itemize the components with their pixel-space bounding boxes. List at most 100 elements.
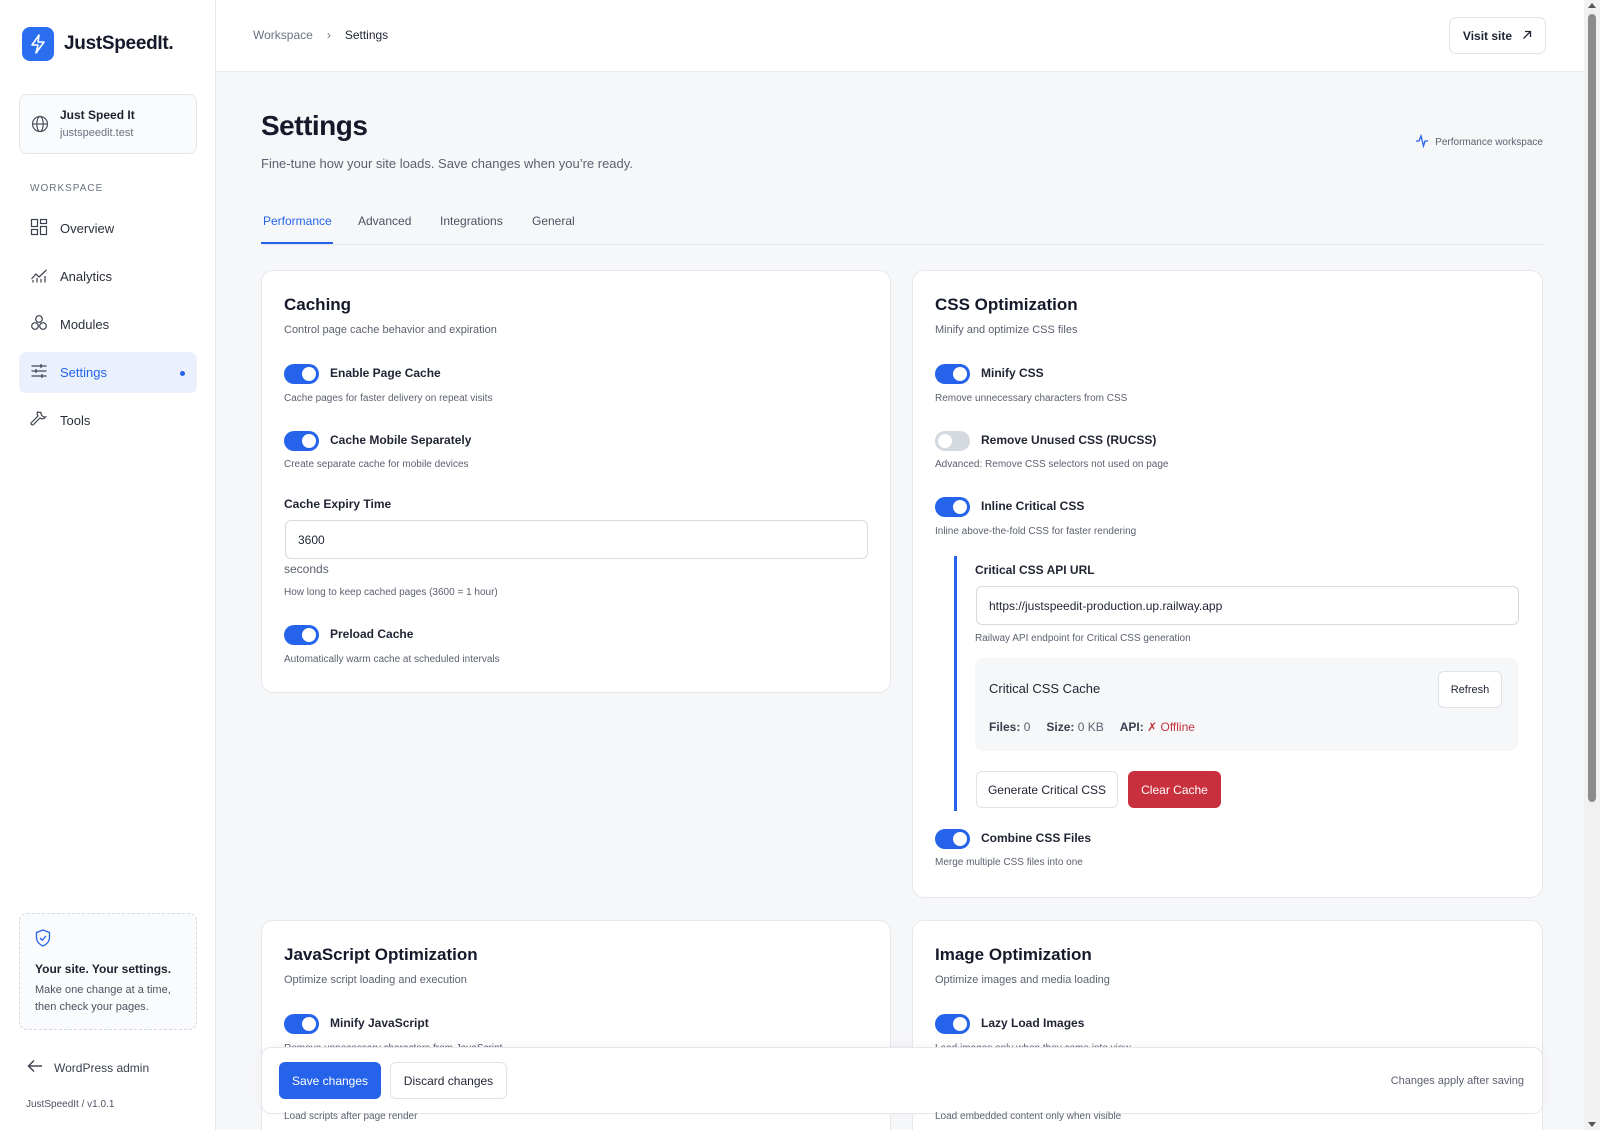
page-subtitle: Fine-tune how your site loads. Save chan… — [261, 156, 633, 171]
cache-mobile-toggle[interactable] — [284, 431, 319, 451]
scroll-up-arrow-icon[interactable] — [1588, 3, 1596, 8]
api-status-badge: ✗ Offline — [1147, 720, 1195, 734]
preload-cache-toggle[interactable] — [284, 625, 319, 645]
site-name: Just Speed It — [60, 108, 135, 122]
css-title: CSS Optimization — [935, 295, 1078, 314]
minify-css-label: Minify CSS — [981, 366, 1044, 380]
sidebar-item-label: Analytics — [60, 269, 113, 284]
combine-css-toggle[interactable] — [935, 829, 970, 849]
tab-general[interactable]: General — [532, 214, 575, 228]
activity-icon — [1415, 133, 1429, 151]
bolt-icon — [22, 27, 54, 61]
preload-cache-label: Preload Cache — [330, 627, 414, 641]
lazy-embed-desc-peek: Load embedded content only when visible — [935, 1111, 1122, 1122]
generate-critical-css-button[interactable]: Generate Critical CSS — [976, 771, 1118, 808]
cache-expiry-label: Cache Expiry Time — [284, 497, 392, 511]
images-subtitle: Optimize images and media loading — [935, 974, 1110, 986]
grid-icon — [30, 218, 48, 239]
tab-advanced[interactable]: Advanced — [358, 214, 411, 228]
cache-expiry-help: How long to keep cached pages (3600 = 1 … — [284, 587, 498, 598]
minify-css-toggle[interactable] — [935, 364, 970, 384]
sidebar-item-label: Settings — [60, 365, 107, 380]
js-defer-desc-peek: Load scripts after page render — [284, 1111, 418, 1122]
sidebar-item-analytics[interactable]: Analytics — [19, 256, 197, 297]
sliders-icon — [30, 362, 48, 383]
sidebar-item-modules[interactable]: Modules — [19, 304, 197, 345]
scroll-down-arrow-icon[interactable] — [1588, 1122, 1596, 1127]
caching-subtitle: Control page cache behavior and expirati… — [284, 324, 497, 336]
cache-stats: Files: 0 Size: 0 KB API: ✗ Offline — [989, 720, 1195, 734]
inline-critical-css-label: Inline Critical CSS — [981, 499, 1085, 513]
sidebar-item-settings[interactable]: Settings — [19, 352, 197, 393]
sidebar-item-overview[interactable]: Overview — [19, 208, 197, 249]
visit-site-button[interactable]: Visit site — [1449, 17, 1546, 54]
site-switcher[interactable]: Just Speed It justspeedit.test — [19, 94, 197, 154]
enable-page-cache-desc: Cache pages for faster delivery on repea… — [284, 393, 493, 404]
wordpress-admin-label: WordPress admin — [54, 1060, 150, 1075]
combine-css-desc: Merge multiple CSS files into one — [935, 857, 1083, 868]
cache-mobile-desc: Create separate cache for mobile devices — [284, 459, 469, 470]
critical-css-api-help: Railway API endpoint for Critical CSS ge… — [975, 633, 1191, 644]
globe-icon — [31, 115, 49, 138]
tab-performance[interactable]: Performance — [263, 214, 332, 228]
shield-check-icon — [35, 929, 51, 952]
brand-name: JustSpeedIt. — [64, 33, 174, 54]
tip-body: Make one change at a time, then check yo… — [35, 984, 171, 1013]
cache-mobile-label: Cache Mobile Separately — [330, 433, 472, 447]
wrench-icon — [30, 410, 48, 431]
critical-css-cache-title: Critical CSS Cache — [989, 681, 1101, 696]
clear-cache-button[interactable]: Clear Cache — [1128, 771, 1221, 808]
performance-workspace-label: Performance workspace — [1435, 137, 1543, 148]
caching-title: Caching — [284, 295, 352, 314]
css-optimization-card: CSS Optimization Minify and optimize CSS… — [912, 270, 1543, 898]
active-tab-underline — [261, 242, 333, 244]
scrollbar-thumb[interactable] — [1588, 14, 1596, 802]
remove-unused-css-toggle[interactable] — [935, 431, 970, 451]
sidebar-item-tools[interactable]: Tools — [19, 400, 197, 441]
css-subtitle: Minify and optimize CSS files — [935, 324, 1078, 336]
js-title: JavaScript Optimization — [284, 945, 478, 964]
preload-cache-desc: Automatically warm cache at scheduled in… — [284, 654, 500, 665]
discard-changes-button[interactable]: Discard changes — [390, 1062, 507, 1099]
inline-critical-css-toggle[interactable] — [935, 497, 970, 517]
cache-expiry-input[interactable]: 3600 — [285, 520, 868, 559]
critical-css-api-input[interactable]: https://justspeedit-production.up.railwa… — [976, 586, 1519, 625]
save-changes-button[interactable]: Save changes — [279, 1062, 381, 1099]
combine-css-label: Combine CSS Files — [981, 831, 1092, 845]
breadcrumb-workspace[interactable]: Workspace — [253, 28, 313, 42]
tip-title: Your site. Your settings. — [35, 962, 172, 976]
files-stat: Files: 0 — [989, 720, 1031, 734]
tip-card: Your site. Your settings. Make one chang… — [19, 913, 197, 1030]
site-domain: justspeedit.test — [60, 127, 134, 139]
lazy-load-images-label: Lazy Load Images — [981, 1016, 1085, 1030]
breadcrumb-current: Settings — [344, 28, 389, 42]
enable-page-cache-toggle[interactable] — [284, 364, 319, 384]
chevron-right-icon: › — [326, 28, 331, 42]
performance-workspace-badge: Performance workspace — [1415, 133, 1543, 151]
api-status-stat: API: ✗ Offline — [1119, 720, 1195, 734]
version-label: JustSpeedIt / v1.0.1 — [26, 1099, 115, 1110]
js-subtitle: Optimize script loading and execution — [284, 974, 467, 986]
enable-page-cache-label: Enable Page Cache — [330, 366, 441, 380]
sidebar-item-label: Modules — [60, 317, 110, 332]
caching-card: Caching Control page cache behavior and … — [261, 270, 891, 693]
size-stat: Size: 0 KB — [1046, 720, 1104, 734]
refresh-button[interactable]: Refresh — [1438, 671, 1502, 708]
critical-css-cache-panel: Critical CSS Cache Refresh Files: 0 Size… — [975, 658, 1518, 751]
tab-integrations[interactable]: Integrations — [440, 214, 503, 228]
active-indicator-dot — [180, 371, 185, 376]
brand-logo[interactable]: JustSpeedIt. — [22, 27, 174, 61]
minify-css-desc: Remove unnecessary characters from CSS — [935, 393, 1128, 404]
images-title: Image Optimization — [935, 945, 1092, 964]
workspace-section-label: WORKSPACE — [30, 183, 104, 194]
save-note: Changes apply after saving — [1390, 1075, 1524, 1087]
sidebar-item-label: Overview — [60, 221, 115, 236]
wordpress-admin-link[interactable]: WordPress admin — [27, 1059, 149, 1076]
page-scrollbar[interactable] — [1584, 0, 1600, 1130]
save-bar: Save changes Discard changes Changes app… — [261, 1047, 1543, 1114]
remove-unused-css-desc: Advanced: Remove CSS selectors not used … — [935, 459, 1169, 470]
minify-js-label: Minify JavaScript — [330, 1016, 429, 1030]
minify-js-toggle[interactable] — [284, 1014, 319, 1034]
lazy-load-images-toggle[interactable] — [935, 1014, 970, 1034]
modules-icon — [30, 314, 48, 335]
